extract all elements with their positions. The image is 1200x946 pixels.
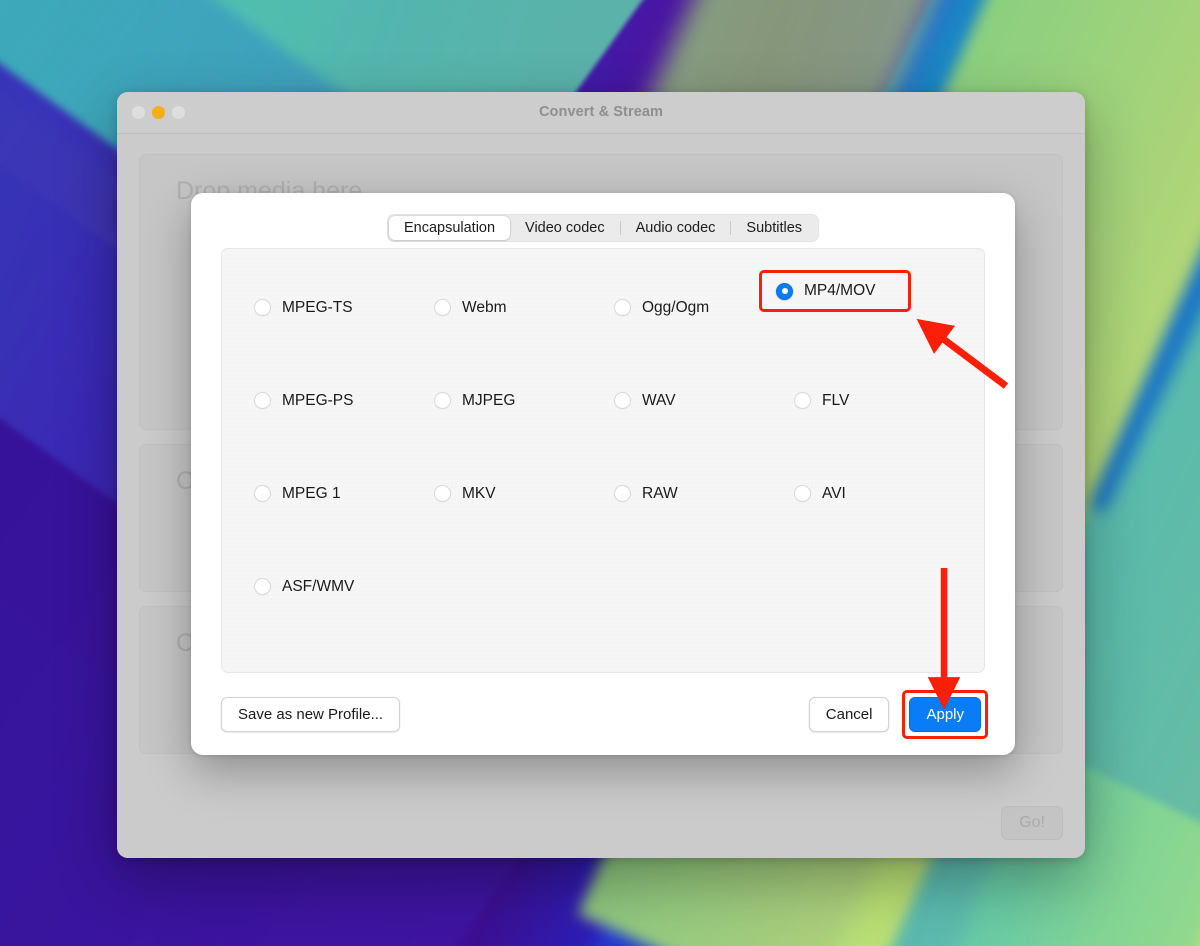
radio-option-raw[interactable]: RAW	[582, 435, 762, 528]
radio-label: RAW	[642, 484, 678, 502]
radio-label: AVI	[822, 484, 846, 502]
footer-right-buttons: Cancel Apply	[808, 689, 988, 739]
radio-option-asf-wmv[interactable]: ASF/WMV	[222, 528, 402, 621]
radio-icon[interactable]	[254, 392, 271, 409]
radio-option-mpeg-1[interactable]: MPEG 1	[222, 435, 402, 528]
radio-label: MJPEG	[462, 391, 516, 409]
radio-row: MPEG-PS MJPEG WAV FLV	[222, 342, 986, 435]
radio-icon[interactable]	[794, 485, 811, 502]
radio-label: ASF/WMV	[282, 577, 355, 595]
radio-option-mkv[interactable]: MKV	[402, 435, 582, 528]
radio-option-mjpeg[interactable]: MJPEG	[402, 342, 582, 435]
radio-option-wav[interactable]: WAV	[582, 342, 762, 435]
radio-icon[interactable]	[434, 299, 451, 316]
tab-encapsulation[interactable]: Encapsulation	[388, 216, 511, 240]
radio-option-webm[interactable]: Webm	[402, 249, 582, 342]
radio-option-mpeg-ps[interactable]: MPEG-PS	[222, 342, 402, 435]
radio-icon[interactable]	[614, 299, 631, 316]
radio-option-mpeg-ts[interactable]: MPEG-TS	[222, 249, 402, 342]
go-button[interactable]: Go!	[1001, 806, 1063, 840]
encapsulation-radio-grid: MPEG-TS Webm Ogg/Ogm MP4/MOV MPEG-PS MJP…	[222, 249, 986, 621]
radio-row: MPEG-TS Webm Ogg/Ogm MP4/MOV	[222, 249, 986, 342]
radio-icon[interactable]	[254, 485, 271, 502]
radio-label: Ogg/Ogm	[642, 298, 710, 316]
radio-icon[interactable]	[254, 578, 271, 595]
radio-option-ogg-ogm[interactable]: Ogg/Ogm	[582, 249, 762, 342]
sheet-footer: Save as new Profile... Cancel Apply	[191, 673, 1015, 755]
tab-video-codec[interactable]: Video codec	[510, 216, 620, 240]
radio-icon[interactable]	[434, 392, 451, 409]
radio-label: MKV	[462, 484, 496, 502]
save-as-new-profile-button[interactable]: Save as new Profile...	[221, 696, 401, 732]
radio-option-flv[interactable]: FLV	[762, 342, 942, 435]
radio-label: Webm	[462, 298, 507, 316]
radio-label: MPEG-PS	[282, 391, 354, 409]
radio-row: ASF/WMV	[222, 528, 986, 621]
profile-editor-sheet: Encapsulation Video codec Audio codec Su…	[191, 193, 1015, 755]
radio-icon[interactable]	[614, 485, 631, 502]
cancel-button[interactable]: Cancel	[808, 696, 890, 732]
radio-icon[interactable]	[794, 392, 811, 409]
radio-option-avi[interactable]: AVI	[762, 435, 942, 528]
radio-row: MPEG 1 MKV RAW AVI	[222, 435, 986, 528]
tab-subtitles[interactable]: Subtitles	[731, 216, 817, 240]
radio-option-mp4-mov[interactable]: MP4/MOV	[759, 270, 911, 312]
radio-label: WAV	[642, 391, 676, 409]
radio-icon[interactable]	[254, 299, 271, 316]
radio-icon[interactable]	[614, 392, 631, 409]
encapsulation-options-panel: MPEG-TS Webm Ogg/Ogm MP4/MOV MPEG-PS MJP…	[221, 248, 985, 673]
radio-label: MPEG-TS	[282, 298, 353, 316]
radio-icon[interactable]	[434, 485, 451, 502]
apply-button[interactable]: Apply	[909, 696, 981, 732]
window-titlebar: Convert & Stream	[117, 92, 1085, 134]
radio-label: FLV	[822, 391, 850, 409]
tab-audio-codec[interactable]: Audio codec	[621, 216, 731, 240]
tabbar-wrapper: Encapsulation Video codec Audio codec Su…	[191, 193, 1015, 242]
radio-label: MPEG 1	[282, 484, 341, 502]
window-title: Convert & Stream	[538, 104, 664, 120]
radio-icon-selected[interactable]	[776, 282, 793, 300]
desktop: Convert & Stream Drop media here Choose …	[0, 0, 1200, 946]
apply-highlight-box: Apply	[902, 689, 988, 739]
radio-label: MP4/MOV	[804, 282, 876, 299]
tabbar: Encapsulation Video codec Audio codec Su…	[386, 214, 820, 242]
